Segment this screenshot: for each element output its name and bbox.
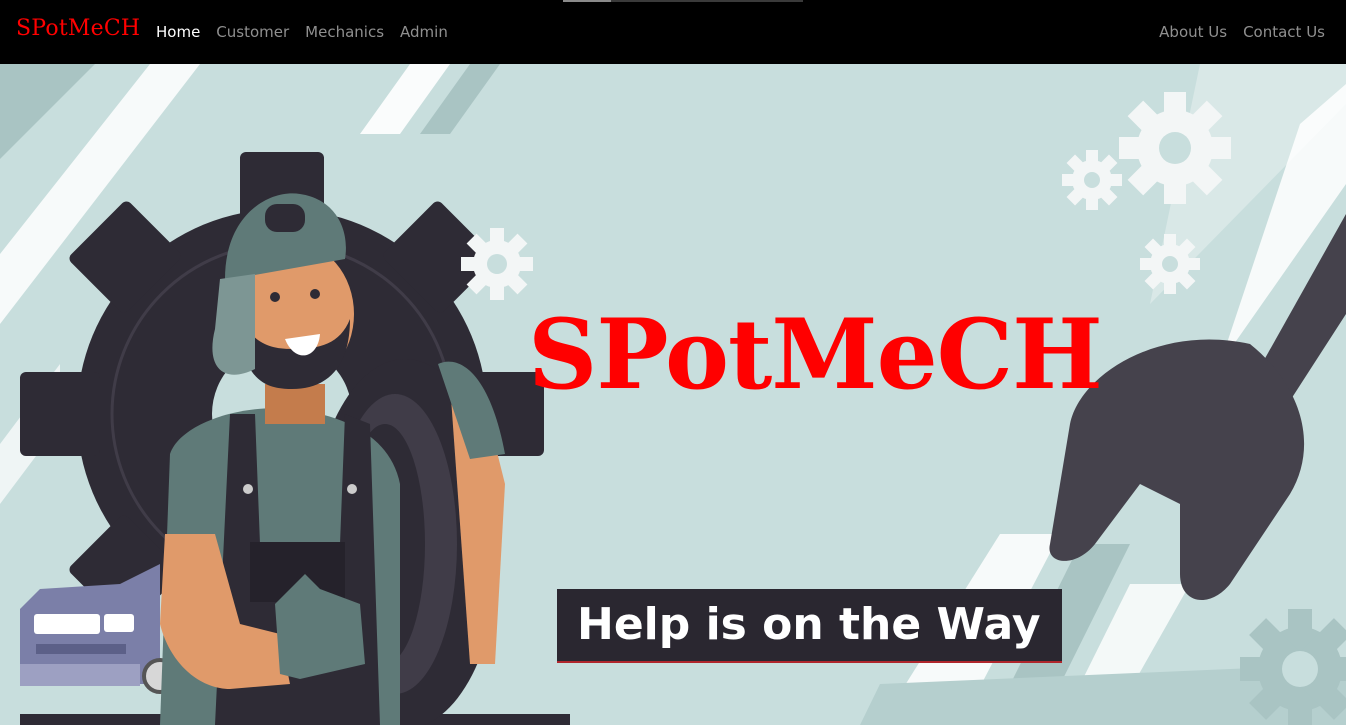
nav-link-customer[interactable]: Customer [216, 22, 289, 42]
hero-banner: SPotMeCH Help is on the Way [0, 64, 1346, 725]
nav-link-mechanics[interactable]: Mechanics [305, 22, 384, 42]
corner-gear-icon [1240, 609, 1346, 725]
brand-logo-link[interactable]: SPotMeCH [16, 16, 140, 41]
nav-link-about-us[interactable]: About Us [1159, 22, 1227, 42]
scroll-indicator [563, 0, 803, 2]
small-gear-icon [461, 92, 1231, 300]
nav-link-contact-us[interactable]: Contact Us [1243, 22, 1325, 42]
nav-primary-links: Home Customer Mechanics Admin [156, 22, 448, 42]
tagline-banner: Help is on the Way [557, 589, 1062, 663]
nav-link-home[interactable]: Home [156, 22, 200, 42]
nav-secondary-links: About Us Contact Us [1159, 22, 1325, 42]
hero-title: SPotMeCH [528, 298, 1103, 411]
hero-tagline: Help is on the Way [577, 599, 1041, 650]
nav-link-admin[interactable]: Admin [400, 22, 448, 42]
top-navbar: SPotMeCH Home Customer Mechanics Admin A… [0, 0, 1346, 64]
